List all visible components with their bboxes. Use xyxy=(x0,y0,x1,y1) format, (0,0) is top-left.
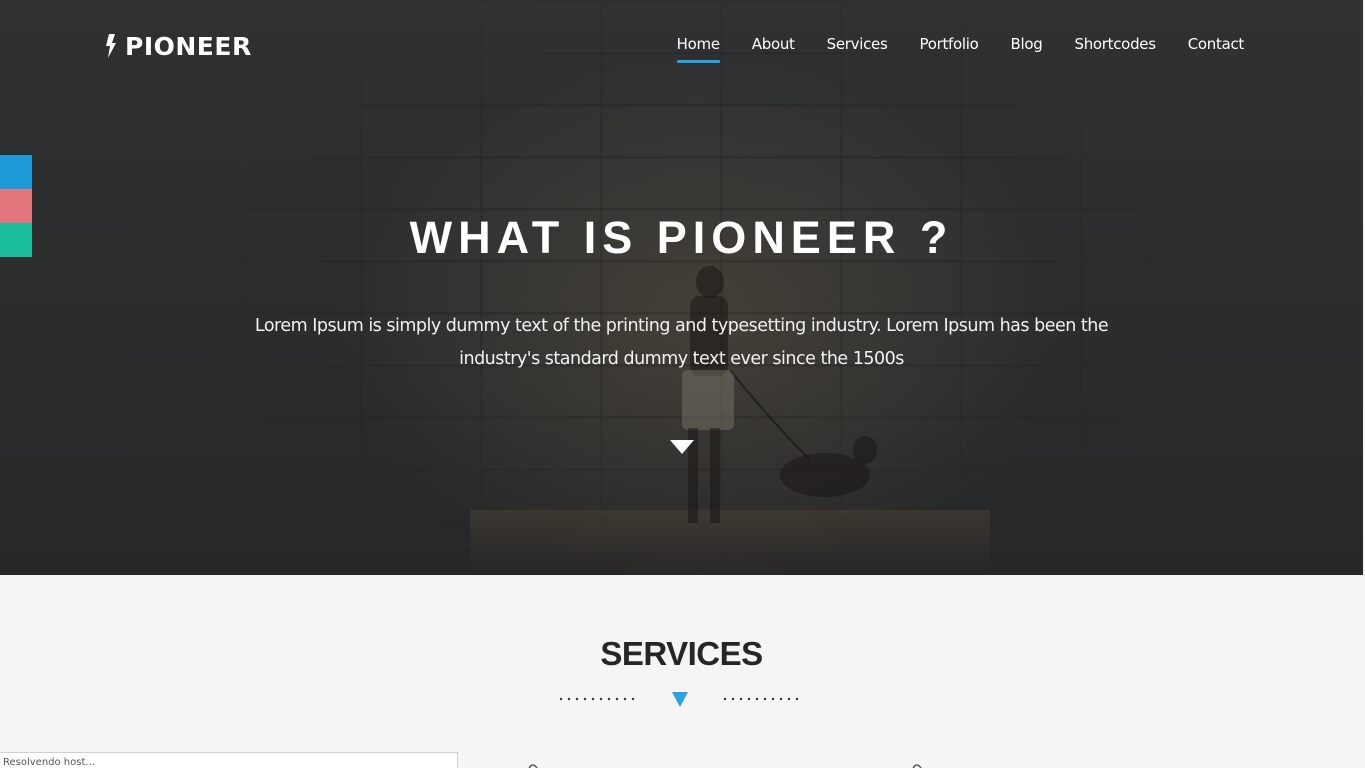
nav-item-services[interactable]: Services xyxy=(827,35,888,63)
hero-title: WHAT IS PIONEER ? xyxy=(409,212,954,263)
brand-logo[interactable]: PIONEER xyxy=(105,30,252,62)
nav-item-about[interactable]: About xyxy=(752,35,795,63)
hero-description: Lorem Ipsum is simply dummy text of the … xyxy=(254,316,1109,369)
hero-section xyxy=(0,0,1363,575)
browser-status-bar: Resolvendo host... xyxy=(0,752,458,768)
triangle-down-icon[interactable] xyxy=(670,440,694,454)
service-icon-partial xyxy=(528,764,538,768)
nav-item-blog[interactable]: Blog xyxy=(1011,35,1043,63)
triangle-down-icon xyxy=(672,692,688,707)
brand-name: PIONEER xyxy=(125,31,252,61)
nav-item-portfolio[interactable]: Portfolio xyxy=(920,35,979,63)
main-nav: Home About Services Portfolio Blog Short… xyxy=(645,35,1244,63)
nav-item-home[interactable]: Home xyxy=(676,35,720,63)
section-divider xyxy=(559,692,799,707)
service-icon-partial xyxy=(912,764,922,768)
hero-background-figure xyxy=(682,266,877,523)
nav-item-shortcodes[interactable]: Shortcodes xyxy=(1074,35,1156,63)
nav-item-contact[interactable]: Contact xyxy=(1188,35,1245,63)
color-swatch-blue[interactable] xyxy=(0,155,32,189)
services-title: SERVICES xyxy=(600,635,763,672)
lightning-bolt-icon xyxy=(106,34,116,58)
